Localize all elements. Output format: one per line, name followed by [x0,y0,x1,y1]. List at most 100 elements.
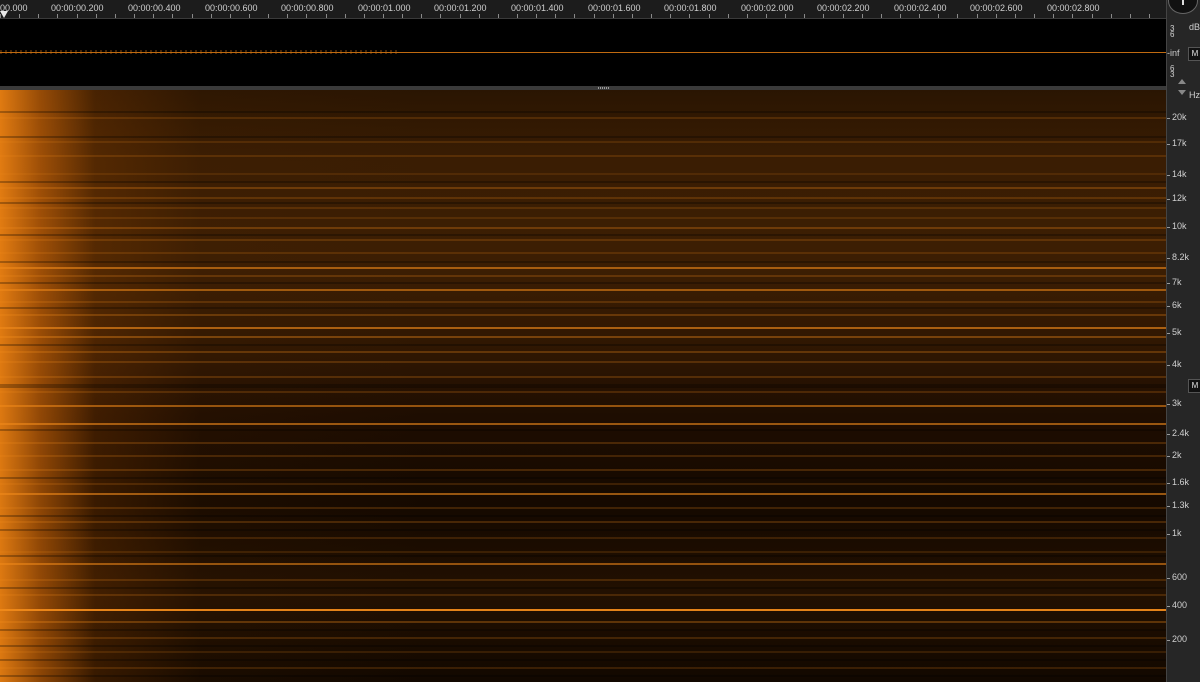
ruler-tick [957,14,958,18]
hz-scale-label: 4k [1172,359,1182,369]
hz-tick [1167,534,1170,535]
time-label: 00:00:01.400 [511,3,564,13]
ruler-tick [345,14,346,18]
hz-tick [1167,227,1170,228]
ruler-tick [517,14,518,18]
ruler-tick [153,14,154,18]
ruler-tick [728,14,729,18]
ruler-tick [230,14,231,18]
time-label: 00:00:00.800 [281,3,334,13]
hz-tick [1167,144,1170,145]
hz-scale-label: 10k [1172,221,1187,231]
ruler-tick [574,14,575,18]
waveform-view[interactable] [0,19,1166,86]
ruler-tick [977,14,978,18]
time-label: 00:00:02.800 [1047,3,1100,13]
hz-tick [1167,118,1170,119]
dial-needle [1182,0,1184,5]
ruler-tick [211,14,212,18]
waveform-line [0,52,1166,53]
time-label: 00:00:02.600 [970,3,1023,13]
spectrogram-mute-button[interactable]: M [1188,379,1200,393]
hz-scale-label: 1.3k [1172,500,1190,510]
ruler-tick [785,14,786,18]
hz-tick [1167,456,1170,457]
hz-scale-label: 14k [1172,169,1187,179]
hz-scale-label: 2.4k [1172,428,1190,438]
ruler-tick [651,14,652,18]
timeline-ruler[interactable]: 00.000 00:00:00.200 00:00:00.400 00:00:0… [0,0,1166,19]
ruler-tick [440,14,441,18]
ruler-tick [1053,14,1054,18]
waveform-scroll-up-icon[interactable] [1178,79,1186,84]
db-scale-label: 3 [1170,70,1175,79]
time-label: 00:00:01.800 [664,3,717,13]
hz-tick [1167,283,1170,284]
hz-tick [1167,483,1170,484]
ruler-tick [57,14,58,18]
hz-scale-label: 7k [1172,277,1182,287]
ruler-tick [766,14,767,18]
ruler-tick [594,14,595,18]
hz-scale-label: 400 [1172,600,1188,610]
ruler-tick [402,14,403,18]
splitter-grip[interactable] [598,87,610,89]
hz-tick [1167,404,1170,405]
ruler-tick [709,14,710,18]
ruler-tick [1130,14,1131,18]
ruler-tick [192,14,193,18]
hz-tick [1167,640,1170,641]
spectrogram-lines [0,111,1166,677]
hz-scale-label: 8.2k [1172,252,1190,262]
ruler-tick [1149,14,1150,18]
hz-scale-label: 20k [1172,112,1187,122]
ruler-tick [632,14,633,18]
hz-tick [1167,306,1170,307]
spectrogram-view[interactable] [0,90,1166,682]
hz-scale-label: 2k [1172,450,1182,460]
hz-scale-label: 3k [1172,398,1182,408]
hz-tick [1167,606,1170,607]
ruler-tick [134,14,135,18]
waveform-mute-button[interactable]: M [1188,47,1200,61]
time-label: 00:00:00.600 [205,3,258,13]
ruler-tick [862,14,863,18]
ruler-tick [804,14,805,18]
spectrum-scroll-down-icon[interactable] [1178,90,1186,95]
ruler-tick [555,14,556,18]
hz-scale-label: 600 [1172,572,1188,582]
ruler-tick [1111,14,1112,18]
time-label: 00:00:01.600 [588,3,641,13]
ruler-tick [498,14,499,18]
time-label: 00:00:02.000 [741,3,794,13]
ruler-tick [479,14,480,18]
db-scale-label: -inf [1167,48,1180,58]
time-label: 00:00:00.200 [51,3,104,13]
hz-tick [1167,434,1170,435]
ruler-tick [670,14,671,18]
ruler-tick [536,14,537,18]
ruler-tick [77,14,78,18]
ruler-tick [364,14,365,18]
ruler-tick [115,14,116,18]
ruler-tick [421,14,422,18]
ruler-tick [268,14,269,18]
ruler-tick [1034,14,1035,18]
hz-scale-label: 1k [1172,528,1182,538]
hz-tick [1167,175,1170,176]
hz-scale-label: 12k [1172,193,1187,203]
ruler-tick [383,14,384,18]
ruler-tick [19,14,20,18]
ruler-tick [689,14,690,18]
time-label: 00:00:01.200 [434,3,487,13]
hz-scale-label: 1.6k [1172,477,1190,487]
playhead-marker[interactable] [0,11,8,18]
ruler-tick [38,14,39,18]
ruler-tick [747,14,748,18]
ruler-tick [919,14,920,18]
ruler-tick [249,14,250,18]
ruler-tick [1092,14,1093,18]
ruler-tick [326,14,327,18]
ruler-tick [900,14,901,18]
time-label: 00:00:02.200 [817,3,870,13]
